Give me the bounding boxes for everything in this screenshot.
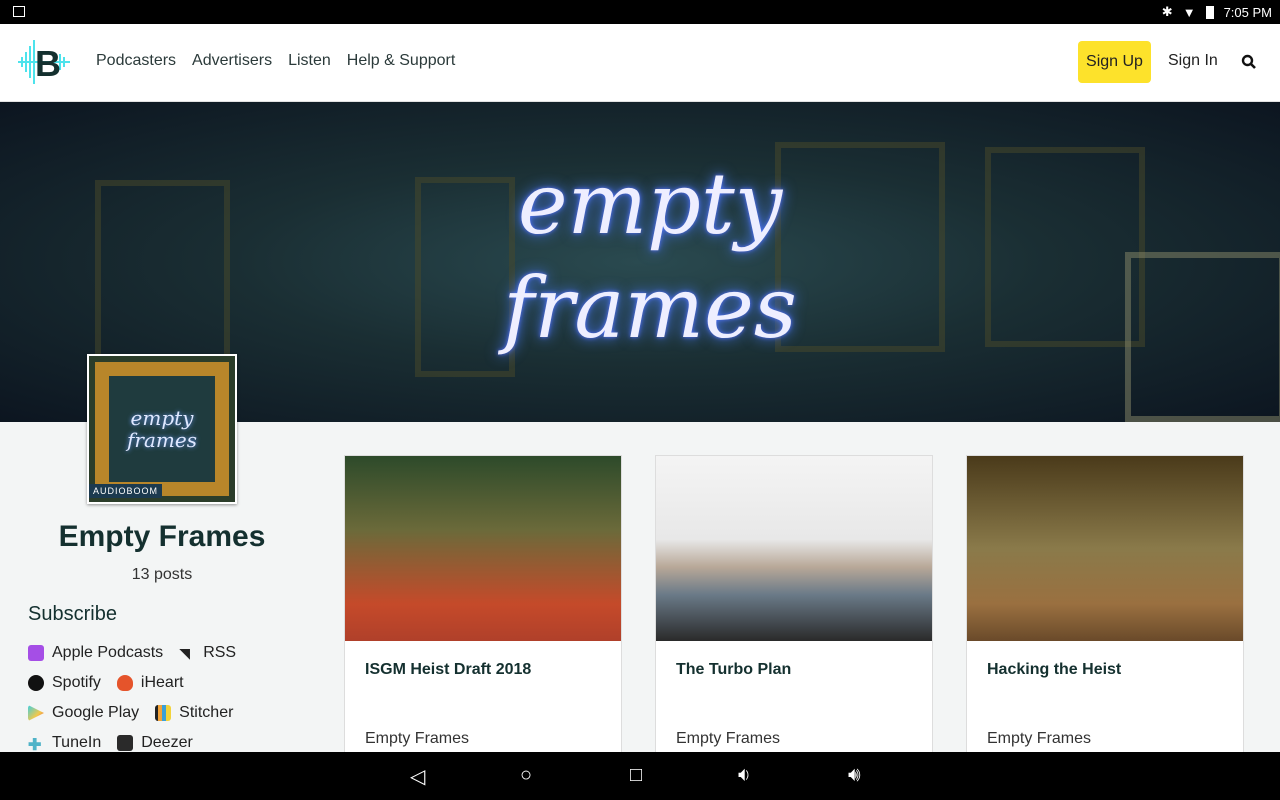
nav-advertisers[interactable]: Advertisers [192, 52, 272, 70]
clock: 7:05 PM [1223, 4, 1272, 20]
subscribe-iheart[interactable]: iHeart [116, 674, 184, 692]
episode-title[interactable]: Hacking the Heist [987, 661, 1121, 679]
spotify-icon [28, 675, 44, 691]
tunein-icon: ✚ [28, 737, 42, 754]
podcast-cover: empty frames AUDIOBOOM [87, 354, 237, 504]
subscribe-label: Google Play [52, 704, 140, 721]
subscribe-label: iHeart [140, 674, 184, 691]
wifi-icon: ▼ [1182, 4, 1196, 20]
nav-listen[interactable]: Listen [288, 52, 331, 70]
battery-icon [1205, 5, 1214, 19]
subscribe-rss[interactable]: ◥ RSS [179, 644, 236, 662]
episode-thumbnail [345, 456, 621, 641]
episode-title[interactable]: The Turbo Plan [676, 661, 791, 679]
subscribe-label: Spotify [52, 674, 101, 691]
iheart-icon [116, 675, 133, 691]
deezer-icon [117, 735, 134, 751]
subscribe-tunein[interactable]: ✚ TuneIn [28, 734, 102, 754]
google-play-icon [28, 705, 44, 721]
top-nav: B Podcasters Advertisers Listen Help & S… [0, 24, 1280, 102]
episode-card[interactable]: The Turbo Plan Empty Frames [655, 455, 933, 755]
subscribe-deezer[interactable]: Deezer [117, 734, 193, 752]
hero-title: empty frames [470, 152, 830, 360]
subscribe-list: Apple Podcasts ◥ RSS Spotify iHeart Googl… [28, 638, 236, 758]
stitcher-icon [155, 705, 172, 721]
android-nav-bar: ◁ ○ □ 🔉︎ 🔊︎ [0, 752, 1280, 800]
image-notification-icon [13, 6, 25, 17]
recents-icon[interactable]: □ [630, 764, 642, 787]
audioboom-logo[interactable]: B [16, 40, 72, 84]
subscribe-spotify[interactable]: Spotify [28, 674, 101, 692]
nav-help-support[interactable]: Help & Support [347, 52, 456, 70]
episode-card[interactable]: Hacking the Heist Empty Frames [966, 455, 1244, 755]
subscribe-label: RSS [203, 644, 237, 661]
status-bar: ✱ ▼ 7:05 PM [0, 0, 1280, 24]
episode-title[interactable]: ISGM Heist Draft 2018 [365, 661, 531, 679]
episode-thumbnail [656, 456, 932, 641]
home-icon[interactable]: ○ [520, 764, 532, 787]
episode-author: Empty Frames [676, 730, 781, 747]
hero-title-line: empty [517, 155, 783, 253]
nav-podcasters[interactable]: Podcasters [96, 52, 176, 70]
apple-podcasts-icon [28, 645, 44, 661]
subscribe-label: Stitcher [179, 704, 234, 721]
episode-author: Empty Frames [987, 730, 1092, 747]
subscribe-apple-podcasts[interactable]: Apple Podcasts [28, 644, 163, 662]
subscribe-heading: Subscribe [28, 603, 117, 625]
cover-text: frames [127, 428, 197, 452]
sign-up-button[interactable]: Sign Up [1078, 41, 1151, 83]
back-icon[interactable]: ◁ [410, 764, 425, 789]
subscribe-label: TuneIn [52, 734, 102, 751]
sign-in-link[interactable]: Sign In [1168, 52, 1218, 70]
subscribe-google-play[interactable]: Google Play [28, 704, 139, 722]
search-icon[interactable] [1241, 54, 1257, 70]
subscribe-label: Apple Podcasts [52, 644, 164, 661]
subscribe-label: Deezer [141, 734, 193, 751]
episode-thumbnail [967, 456, 1243, 641]
volume-up-icon[interactable]: 🔊︎ [848, 764, 861, 787]
podcast-name: Empty Frames [58, 520, 266, 553]
post-count: 13 posts [131, 566, 193, 583]
rss-icon: ◥ [179, 645, 190, 661]
episode-card[interactable]: ISGM Heist Draft 2018 Empty Frames [344, 455, 622, 755]
cover-badge: AUDIOBOOM [89, 484, 163, 498]
hero-title-line: frames [503, 259, 797, 357]
subscribe-stitcher[interactable]: Stitcher [155, 704, 233, 722]
episode-author: Empty Frames [365, 730, 470, 747]
cover-text: empty [130, 406, 194, 430]
bluetooth-icon: ✱ [1161, 4, 1173, 19]
svg-text:B: B [35, 43, 61, 84]
volume-down-icon[interactable]: 🔉︎ [738, 764, 751, 787]
